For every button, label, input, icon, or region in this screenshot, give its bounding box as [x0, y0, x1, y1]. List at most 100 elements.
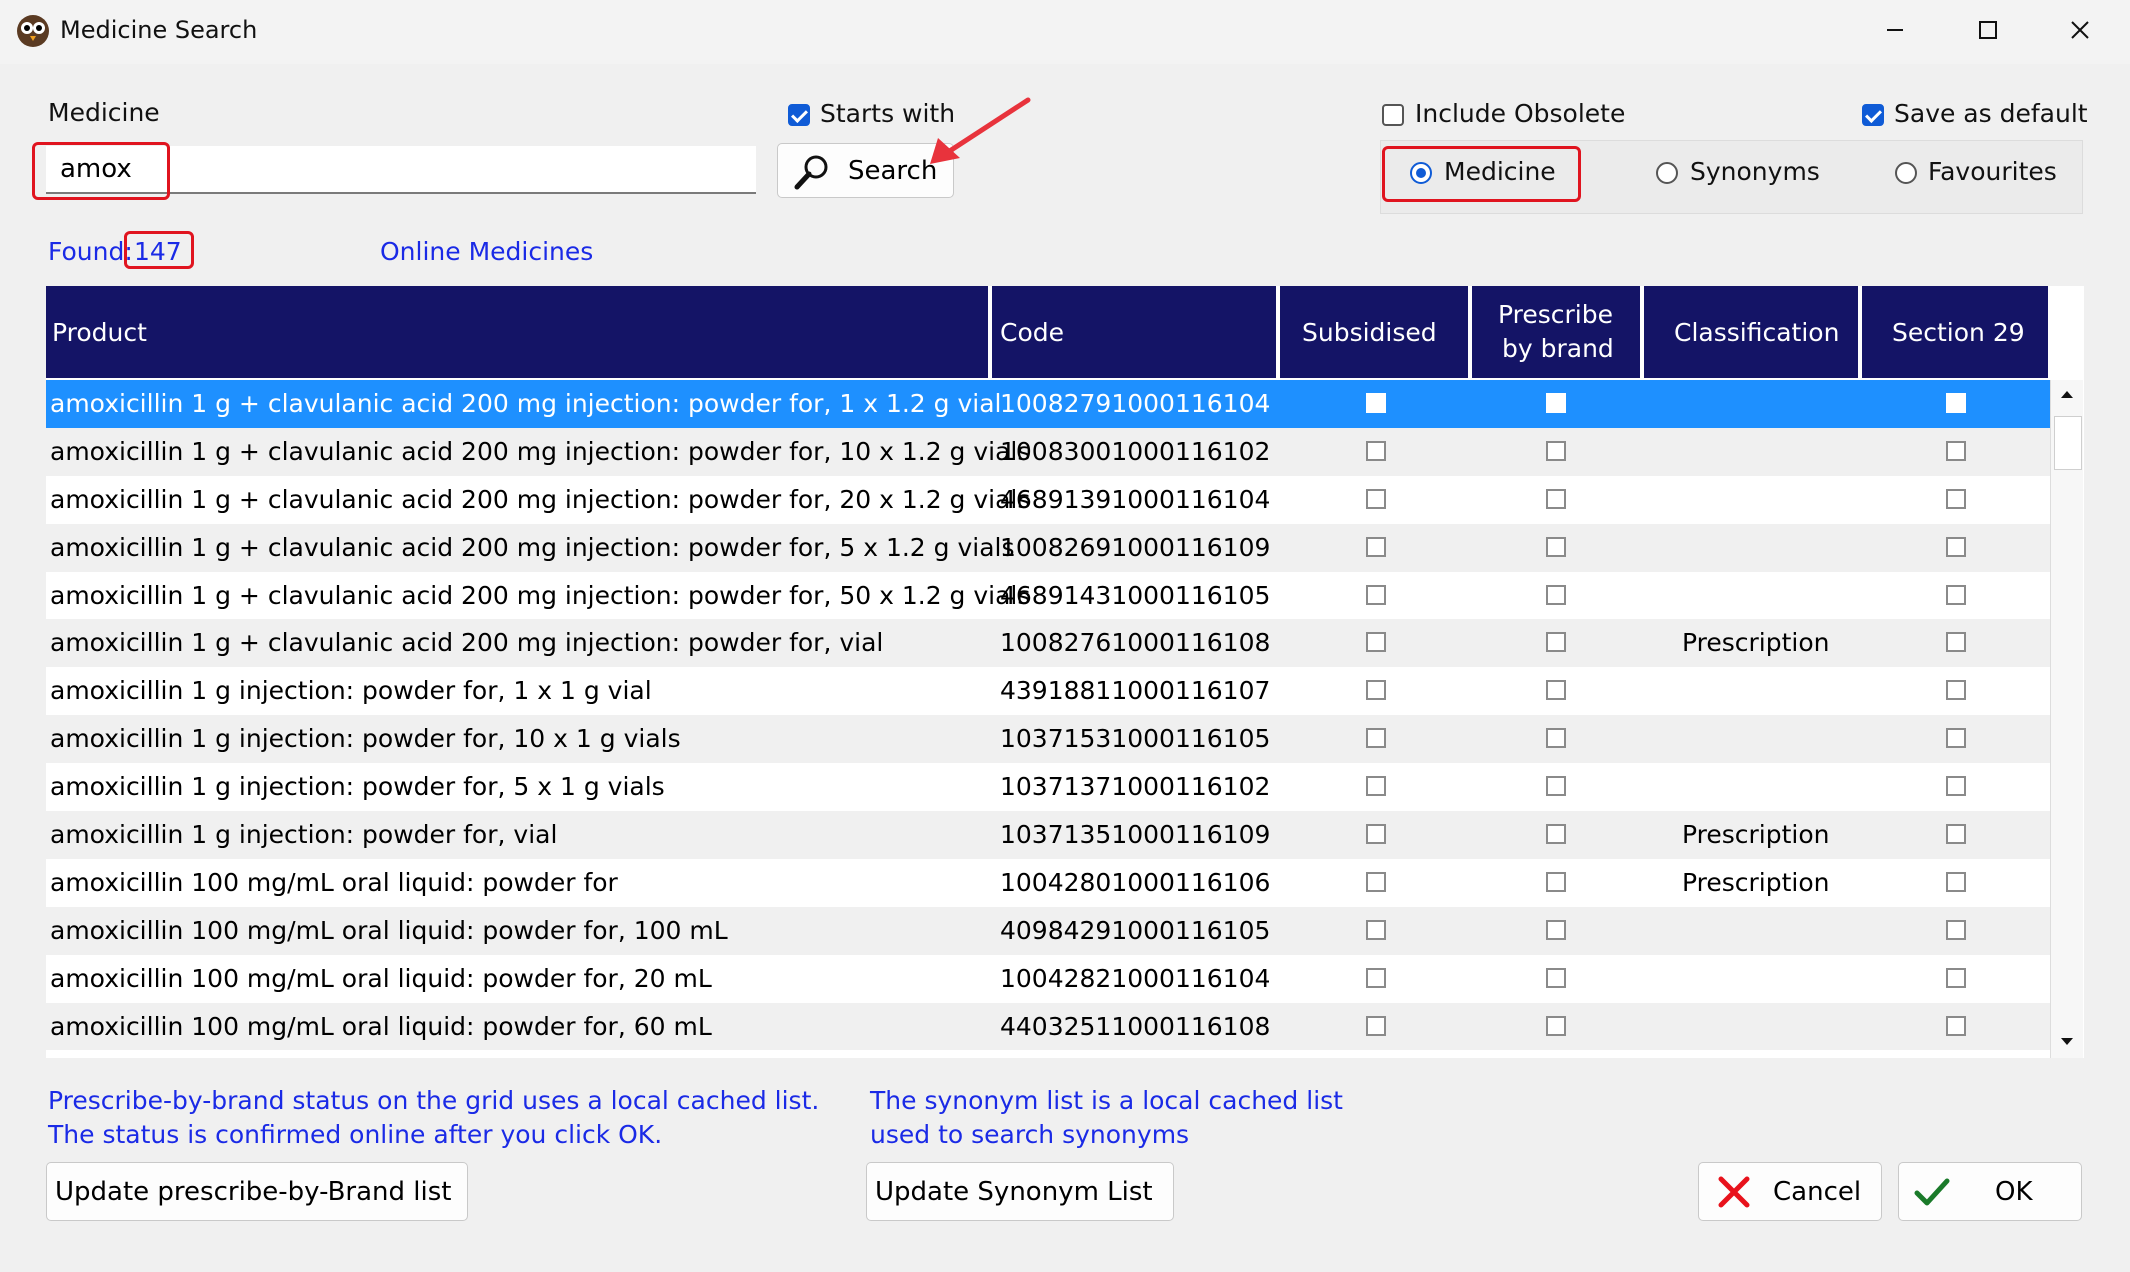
- code-cell: 46891431000116105: [1000, 580, 1271, 610]
- section-29-checkbox[interactable]: [1946, 728, 1966, 749]
- product-cell: amoxicillin 1 g + clavulanic acid 200 mg…: [50, 436, 1031, 466]
- subsidised-checkbox[interactable]: [1366, 393, 1386, 413]
- section-29-checkbox[interactable]: [1946, 632, 1966, 653]
- column-header-classification[interactable]: Classification: [1644, 286, 1862, 378]
- subsidised-checkbox[interactable]: [1366, 776, 1386, 797]
- prescribe-by-brand-checkbox[interactable]: [1546, 776, 1566, 797]
- subsidised-checkbox[interactable]: [1366, 1015, 1386, 1036]
- section-29-checkbox[interactable]: [1946, 584, 1966, 605]
- table-row[interactable]: amoxicillin 100 mg/mL oral liquid: powde…: [46, 859, 2052, 907]
- subsidised-checkbox[interactable]: [1366, 680, 1386, 701]
- close-icon[interactable]: [2050, 10, 2110, 50]
- subsidised-checkbox[interactable]: [1366, 488, 1386, 509]
- scroll-thumb[interactable]: [2054, 416, 2082, 470]
- save-default-label: Save as default: [1894, 99, 2088, 128]
- prescribe-by-brand-checkbox[interactable]: [1546, 440, 1566, 461]
- prescribe-by-brand-checkbox[interactable]: [1546, 919, 1566, 940]
- subsidised-checkbox[interactable]: [1366, 967, 1386, 988]
- maximize-icon[interactable]: [1958, 10, 2018, 50]
- cancel-x-icon: [1718, 1176, 1750, 1208]
- prescribe-by-brand-checkbox[interactable]: [1546, 824, 1566, 845]
- prescribe-by-brand-checkbox[interactable]: [1546, 488, 1566, 509]
- product-cell: amoxicillin 1 g injection: powder for, 1…: [50, 724, 681, 754]
- code-cell: 10371351000116109: [1000, 820, 1271, 850]
- medicine-results-grid: Product Code Subsidised Prescribe by bra…: [46, 286, 2084, 1058]
- subsidised-checkbox[interactable]: [1366, 824, 1386, 845]
- code-cell: 43918811000116107: [1000, 676, 1271, 706]
- online-medicines-link[interactable]: Online Medicines: [380, 237, 593, 266]
- section-29-checkbox[interactable]: [1946, 680, 1966, 701]
- annotation-arrow-icon: [930, 97, 1031, 164]
- section-29-checkbox[interactable]: [1946, 824, 1966, 845]
- code-cell: 10042801000116106: [1000, 867, 1271, 897]
- column-header-prescribe-by-brand[interactable]: Prescribe by brand: [1472, 286, 1644, 378]
- prescribe-by-brand-checkbox[interactable]: [1546, 967, 1566, 988]
- subsidised-checkbox[interactable]: [1366, 728, 1386, 749]
- update-synonym-list-button[interactable]: Update Synonym List: [866, 1162, 1174, 1221]
- classification-cell: Prescription: [1682, 820, 1830, 850]
- mode-synonyms-radio[interactable]: [1656, 162, 1678, 184]
- cancel-button[interactable]: Cancel: [1698, 1162, 1882, 1221]
- table-row[interactable]: amoxicillin 1 g + clavulanic acid 200 mg…: [46, 619, 2052, 668]
- mode-favourites-label: Favourites: [1928, 157, 2057, 186]
- starts-with-checkbox[interactable]: [788, 104, 810, 126]
- subsidised-checkbox[interactable]: [1366, 440, 1386, 461]
- section-29-checkbox[interactable]: [1946, 440, 1966, 461]
- prescribe-by-brand-checkbox[interactable]: [1546, 1015, 1566, 1036]
- grid-vertical-scrollbar[interactable]: [2050, 380, 2083, 1058]
- include-obsolete-checkbox[interactable]: [1382, 104, 1404, 126]
- table-row[interactable]: amoxicillin 100 mg/mL oral liquid: powde…: [46, 906, 2052, 955]
- section-29-checkbox[interactable]: [1946, 536, 1966, 557]
- update-brand-list-button[interactable]: Update prescribe-by-Brand list: [46, 1162, 468, 1221]
- column-header-product[interactable]: Product: [46, 286, 992, 378]
- table-row[interactable]: amoxicillin 1 g + clavulanic acid 200 mg…: [46, 523, 2052, 572]
- mode-favourites-radio[interactable]: [1895, 162, 1917, 184]
- section-29-checkbox[interactable]: [1946, 393, 1966, 413]
- mode-synonyms-label: Synonyms: [1690, 157, 1820, 186]
- subsidised-checkbox[interactable]: [1366, 632, 1386, 653]
- table-row[interactable]: amoxicillin 1 g injection: powder for, v…: [46, 811, 2052, 859]
- medicine-label: Medicine: [48, 98, 160, 127]
- subsidised-checkbox[interactable]: [1366, 919, 1386, 940]
- section-29-checkbox[interactable]: [1946, 871, 1966, 892]
- scroll-down-icon[interactable]: [2059, 1036, 2075, 1048]
- scroll-up-icon[interactable]: [2059, 388, 2075, 400]
- annotation-highlight-count: [124, 231, 194, 269]
- prescribe-by-brand-checkbox[interactable]: [1546, 584, 1566, 605]
- column-header-subsidised[interactable]: Subsidised: [1280, 286, 1472, 378]
- subsidised-checkbox[interactable]: [1366, 536, 1386, 557]
- table-row[interactable]: amoxicillin 1 g + clavulanic acid 200 mg…: [46, 427, 2052, 476]
- section-29-checkbox[interactable]: [1946, 776, 1966, 797]
- prescribe-by-brand-checkbox[interactable]: [1546, 680, 1566, 701]
- annotation-highlight-mode: [1382, 146, 1581, 202]
- prescribe-by-brand-checkbox[interactable]: [1546, 632, 1566, 653]
- code-cell: 10083001000116102: [1000, 436, 1271, 466]
- subsidised-checkbox[interactable]: [1366, 584, 1386, 605]
- section-29-checkbox[interactable]: [1946, 1015, 1966, 1036]
- table-row[interactable]: amoxicillin 1 g + clavulanic acid 200 mg…: [46, 476, 2052, 524]
- subsidised-checkbox[interactable]: [1366, 871, 1386, 892]
- table-row[interactable]: amoxicillin 1 g + clavulanic acid 200 mg…: [46, 380, 2052, 429]
- table-row[interactable]: amoxicillin 1 g injection: powder for, 1…: [46, 667, 2052, 715]
- table-row[interactable]: amoxicillin 1 g + clavulanic acid 200 mg…: [46, 572, 2052, 620]
- save-default-checkbox[interactable]: [1862, 104, 1884, 126]
- prescribe-by-brand-checkbox[interactable]: [1546, 728, 1566, 749]
- table-row[interactable]: amoxicillin 1 g injection: powder for, 5…: [46, 763, 2052, 811]
- section-29-checkbox[interactable]: [1946, 919, 1966, 940]
- ok-check-icon: [1914, 1178, 1950, 1206]
- medicine-search-window: Medicine Search Medicine amox Starts wit…: [0, 0, 2130, 1272]
- prescribe-by-brand-checkbox[interactable]: [1546, 871, 1566, 892]
- prescribe-by-brand-checkbox[interactable]: [1546, 536, 1566, 557]
- table-row[interactable]: amoxicillin 1 g injection: powder for, 1…: [46, 715, 2052, 764]
- ok-button[interactable]: OK: [1898, 1162, 2082, 1221]
- table-row[interactable]: amoxicillin 100 mg/mL oral liquid: powde…: [46, 955, 2052, 1003]
- section-29-checkbox[interactable]: [1946, 488, 1966, 509]
- product-cell: amoxicillin 100 mg/mL oral liquid: powde…: [50, 867, 618, 897]
- minimize-icon[interactable]: [1865, 10, 1925, 50]
- column-header-code[interactable]: Code: [992, 286, 1280, 378]
- table-row[interactable]: amoxicillin 100 mg/mL oral liquid: powde…: [46, 1002, 2052, 1051]
- prescribe-by-brand-checkbox[interactable]: [1546, 393, 1566, 413]
- section-29-checkbox[interactable]: [1946, 967, 1966, 988]
- code-cell: 10042821000116104: [1000, 963, 1271, 993]
- column-header-section-29[interactable]: Section 29: [1862, 286, 2052, 378]
